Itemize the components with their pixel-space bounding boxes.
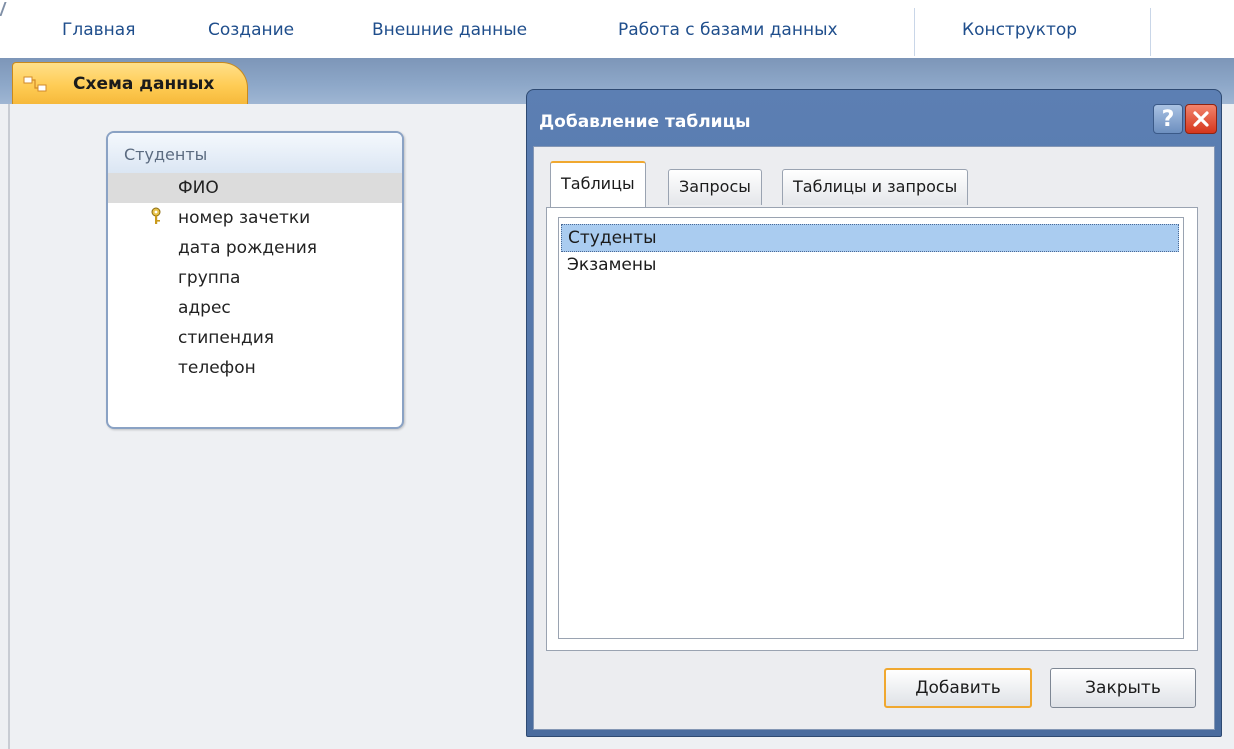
- help-button[interactable]: ?: [1153, 104, 1183, 134]
- tables-listbox[interactable]: Студенты Экзамены: [558, 217, 1184, 639]
- list-item[interactable]: Студенты: [561, 224, 1179, 252]
- ribbon-separator: [1150, 8, 1151, 56]
- ribbon-tab-home[interactable]: Главная: [62, 20, 135, 40]
- table-field-list[interactable]: Студенты ФИО номер зачетки дата рождения…: [106, 131, 404, 429]
- field-item[interactable]: группа: [108, 263, 402, 293]
- field-list: ФИО номер зачетки дата рождения группа а…: [108, 173, 402, 383]
- field-item[interactable]: телефон: [108, 353, 402, 383]
- dialog-close-button[interactable]: [1185, 104, 1217, 134]
- ribbon-corner: [0, 2, 19, 16]
- add-button[interactable]: Добавить: [884, 668, 1032, 708]
- ribbon-tab-strip: Главная Создание Внешние данные Работа с…: [0, 0, 1234, 58]
- ribbon-tab-external-data[interactable]: Внешние данные: [372, 20, 527, 40]
- relationships-icon: [23, 76, 47, 92]
- field-item-primary-key[interactable]: номер зачетки: [108, 203, 402, 233]
- primary-key-icon: [151, 207, 161, 224]
- close-icon: [1193, 111, 1209, 127]
- workspace-edge: [8, 104, 10, 749]
- table-title[interactable]: Студенты: [108, 133, 402, 173]
- dialog-title: Добавление таблицы: [539, 112, 751, 132]
- field-label: номер зачетки: [178, 208, 311, 228]
- field-item[interactable]: стипендия: [108, 323, 402, 353]
- ribbon-tab-database-tools[interactable]: Работа с базами данных: [618, 20, 838, 40]
- field-item[interactable]: ФИО: [108, 173, 402, 203]
- ribbon-tab-create[interactable]: Создание: [208, 20, 294, 40]
- tab-tables[interactable]: Таблицы: [550, 161, 646, 207]
- ribbon-separator: [914, 8, 915, 56]
- document-tab-label: Схема данных: [73, 74, 215, 94]
- list-item[interactable]: Экзамены: [561, 252, 1179, 278]
- document-tab-relationships[interactable]: Схема данных: [12, 62, 248, 104]
- tab-tables-and-queries[interactable]: Таблицы и запросы: [782, 169, 969, 205]
- ribbon-tab-design[interactable]: Конструктор: [962, 20, 1077, 40]
- field-item[interactable]: дата рождения: [108, 233, 402, 263]
- tab-queries[interactable]: Запросы: [668, 169, 762, 205]
- field-item[interactable]: адрес: [108, 293, 402, 323]
- close-button[interactable]: Закрыть: [1050, 668, 1196, 708]
- add-table-dialog[interactable]: Добавление таблицы ? Таблицы Запросы Таб…: [526, 89, 1222, 737]
- dialog-client-area: Таблицы Запросы Таблицы и запросы Студен…: [533, 146, 1215, 730]
